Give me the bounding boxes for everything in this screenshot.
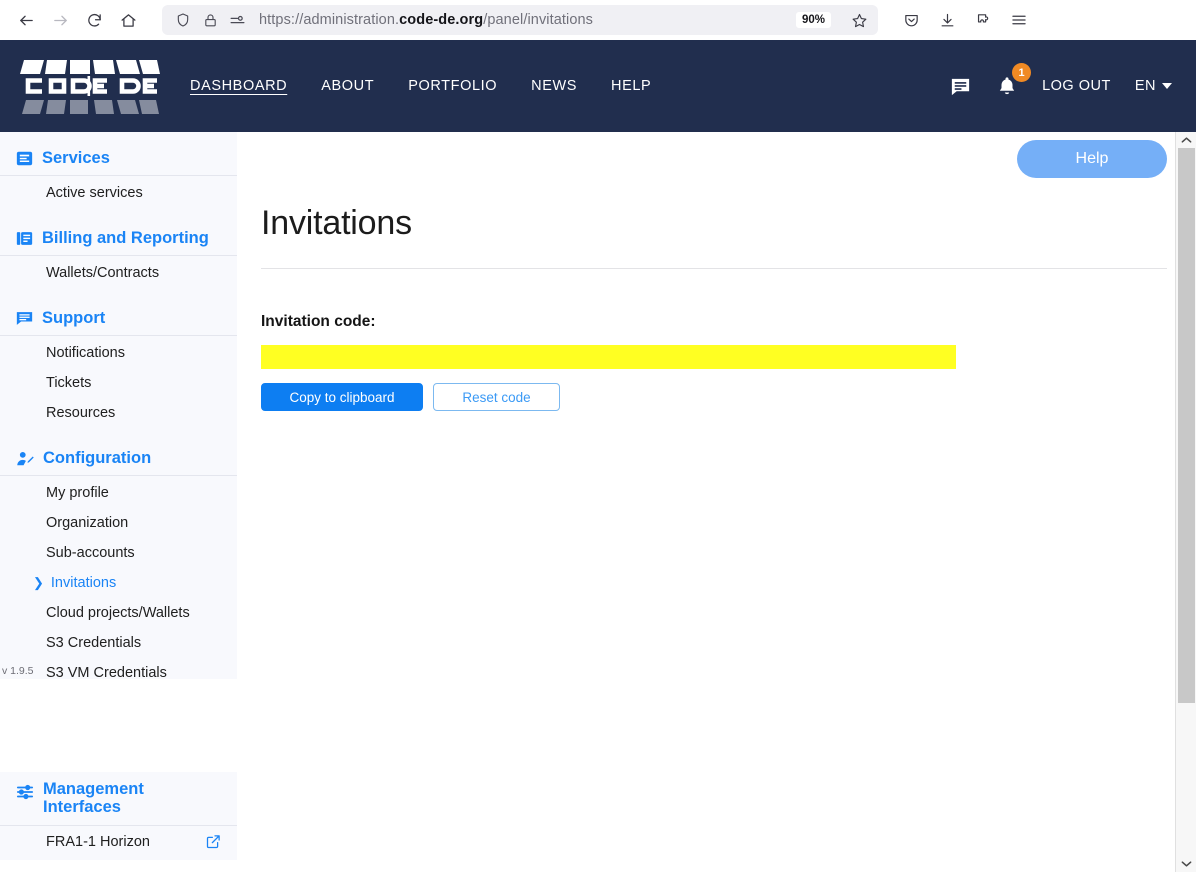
url-prefix: https://administration. [259, 12, 400, 28]
reload-icon [87, 13, 101, 27]
messages-button[interactable] [949, 75, 972, 98]
action-buttons: Copy to clipboard Reset code [261, 383, 1167, 411]
invitation-code-value[interactable] [261, 345, 956, 369]
code-de-logo-icon [20, 60, 160, 114]
sidebar-section-label: Support [42, 309, 106, 327]
invitation-code-label: Invitation code: [261, 313, 376, 330]
sidebar-section-management-interfaces[interactable]: Management Interfaces [0, 772, 237, 826]
shield-icon[interactable] [174, 11, 192, 29]
sidebar-item-tickets[interactable]: Tickets [0, 368, 237, 398]
url-text[interactable]: https://administration.code-de.org/panel… [255, 12, 787, 28]
nav-item-about[interactable]: ABOUT [321, 78, 374, 94]
copy-to-clipboard-button[interactable]: Copy to clipboard [261, 383, 423, 411]
sidebar-item-active-services[interactable]: Active services [0, 178, 237, 208]
billing-icon [16, 230, 33, 247]
sidebar-item-wallets-contracts[interactable]: Wallets/Contracts [0, 258, 237, 288]
url-domain: code-de.org [399, 12, 484, 28]
nav-item-portfolio[interactable]: PORTFOLIO [408, 78, 497, 94]
pocket-icon [904, 14, 918, 26]
app-version-label: v 1.9.5 [2, 665, 34, 677]
sidebar-section-label: Services [42, 149, 110, 167]
sidebar-item-invitations[interactable]: ❯ Invitations [0, 568, 237, 598]
sidebar-section-billing[interactable]: Billing and Reporting [0, 222, 237, 256]
chevron-right-icon: ❯ [33, 575, 44, 590]
app-menu-button[interactable] [1004, 5, 1034, 35]
support-icon [16, 310, 33, 327]
help-button[interactable]: Help [1017, 140, 1167, 178]
scrollbar-thumb[interactable] [1178, 148, 1195, 703]
reload-button[interactable] [78, 4, 110, 36]
back-arrow-icon [19, 15, 33, 25]
sidebar-item-s3-credentials[interactable]: S3 Credentials [0, 628, 237, 658]
sidebar-section-services[interactable]: Services [0, 142, 237, 176]
chevron-down-icon [1181, 861, 1191, 867]
extensions-icon [977, 13, 988, 23]
sidebar-section-configuration[interactable]: Configuration [0, 442, 237, 476]
sidebar-item-label: Invitations [50, 575, 117, 591]
chevron-down-icon [1162, 83, 1172, 89]
main-navigation: DASHBOARD ABOUT PORTFOLIO NEWS HELP [190, 78, 651, 94]
nav-item-help[interactable]: HELP [611, 78, 651, 94]
page-scrollbar[interactable] [1175, 132, 1196, 872]
sidebar-section-label: Billing and Reporting [42, 229, 209, 247]
extensions-button[interactable] [968, 5, 998, 35]
sidebar-item-s3-vm-credentials[interactable]: S3 VM Credentials [0, 658, 237, 688]
title-divider [261, 268, 1167, 269]
reset-code-button[interactable]: Reset code [433, 383, 560, 411]
notifications-button[interactable]: 1 [996, 63, 1032, 97]
user-config-icon [16, 450, 34, 468]
home-button[interactable] [112, 4, 144, 36]
forward-button[interactable] [44, 4, 76, 36]
nav-item-dashboard[interactable]: DASHBOARD [190, 78, 287, 94]
main-content: Help Invitations Invitation code: Copy t… [237, 132, 1196, 872]
management-interfaces-block: Management Interfaces FRA1-1 Horizon [0, 772, 237, 860]
downloads-icon [941, 13, 953, 26]
hamburger-menu-icon [1012, 15, 1026, 25]
external-link-icon[interactable] [206, 834, 221, 849]
sidebar-item-fra1-1-horizon[interactable]: FRA1-1 Horizon [0, 826, 237, 860]
site-permissions-icon[interactable] [228, 11, 246, 29]
home-icon [120, 13, 136, 27]
zoom-level-badge[interactable]: 90% [795, 12, 831, 28]
management-interfaces-label: Management Interfaces [43, 780, 144, 817]
downloads-button[interactable] [932, 5, 962, 35]
site-header: DASHBOARD ABOUT PORTFOLIO NEWS HELP 1 LO… [0, 40, 1196, 132]
sidebar: Services Active services Billing and Rep… [0, 132, 237, 860]
sidebar-section-support[interactable]: Support [0, 302, 237, 336]
scroll-up-button[interactable] [1176, 132, 1196, 148]
header-actions: 1 LOG OUT EN [949, 63, 1180, 98]
browser-toolbar-right [896, 5, 1034, 35]
sidebar-item-resources[interactable]: Resources [0, 398, 237, 428]
sliders-icon [16, 783, 34, 805]
services-icon [16, 150, 33, 167]
address-bar[interactable]: https://administration.code-de.org/panel… [162, 5, 878, 35]
forward-arrow-icon [53, 15, 67, 25]
nav-item-news[interactable]: NEWS [531, 78, 577, 94]
back-button[interactable] [10, 4, 42, 36]
sidebar-item-notifications[interactable]: Notifications [0, 338, 237, 368]
code-de-logo[interactable] [18, 54, 160, 118]
sidebar-item-sub-accounts[interactable]: Sub-accounts [0, 538, 237, 568]
message-icon [951, 78, 970, 95]
padlock-icon[interactable] [201, 11, 219, 29]
mgmt-item-label: FRA1-1 Horizon [46, 833, 150, 850]
pocket-button[interactable] [896, 5, 926, 35]
logout-button[interactable]: LOG OUT [1042, 78, 1111, 94]
sidebar-item-organization[interactable]: Organization [0, 508, 237, 538]
bookmark-star-icon[interactable] [846, 7, 872, 33]
language-selector[interactable]: EN [1135, 78, 1172, 94]
sidebar-item-my-profile[interactable]: My profile [0, 478, 237, 508]
notification-badge: 1 [1012, 63, 1032, 82]
url-path: /panel/invitations [483, 12, 594, 28]
sidebar-section-label: Configuration [43, 449, 152, 467]
sidebar-item-cloud-projects-wallets[interactable]: Cloud projects/Wallets [0, 598, 237, 628]
chevron-up-icon [1181, 137, 1191, 143]
page-body: Services Active services Billing and Rep… [0, 132, 1196, 872]
language-label: EN [1134, 78, 1156, 94]
browser-toolbar: https://administration.code-de.org/panel… [0, 0, 1196, 40]
scroll-down-button[interactable] [1176, 856, 1196, 872]
